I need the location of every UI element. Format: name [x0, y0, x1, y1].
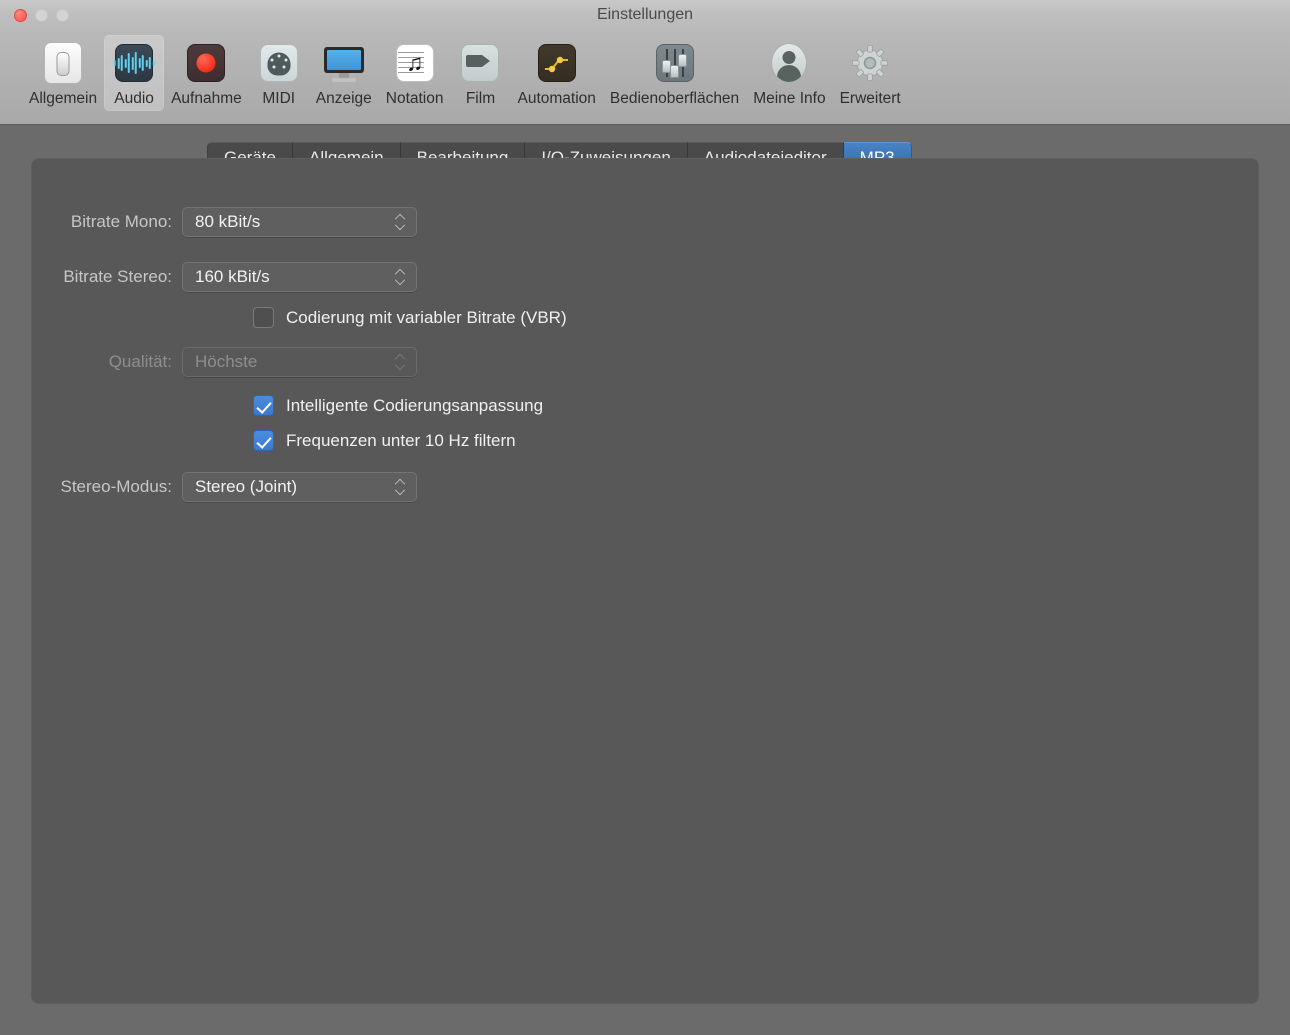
toolbar-label: Allgemein [29, 90, 98, 107]
quality-popup[interactable]: Höchste [182, 347, 417, 377]
bitrate-stereo-popup[interactable]: 160 kBit/s [182, 262, 417, 292]
midi-din-icon [256, 40, 302, 86]
bitrate-mono-popup[interactable]: 80 kBit/s [182, 207, 417, 237]
vbr-checkbox[interactable] [253, 307, 274, 328]
toolbar-item-aufnahme[interactable]: Aufnahme [164, 35, 249, 111]
chevron-updown-icon [395, 353, 406, 371]
toolbar-item-audio[interactable]: Audio [104, 35, 165, 111]
toolbar-label: MIDI [262, 90, 296, 107]
toolbar-label: Anzeige [315, 90, 372, 107]
switch-icon [40, 40, 86, 86]
toolbar-item-erweitert[interactable]: Erweitert [833, 35, 908, 111]
toolbar-label: Erweitert [839, 90, 901, 107]
video-camera-icon [457, 40, 503, 86]
quality-value: Höchste [195, 352, 258, 371]
preferences-toolbar: Allgemein Audio Aufnahme MIDI Anzeige ♫ … [0, 30, 1290, 125]
row-bitrate-stereo: Bitrate Stereo: 160 kBit/s [32, 262, 417, 292]
toolbar-item-anzeige[interactable]: Anzeige [309, 35, 379, 111]
stereo-mode-value: Stereo (Joint) [195, 477, 298, 496]
toolbar-item-automation[interactable]: Automation [510, 35, 602, 111]
toolbar-label: Audio [114, 90, 154, 107]
chevron-updown-icon [395, 478, 406, 496]
mp3-settings-panel: Bitrate Mono: 80 kBit/s Bitrate Stereo: … [31, 158, 1259, 1004]
filter-10hz-label: Frequenzen unter 10 Hz filtern [286, 430, 516, 450]
toolbar-item-film[interactable]: Film [450, 35, 510, 111]
toolbar-label: Notation [385, 90, 444, 107]
toolbar-item-meine-info[interactable]: Meine Info [746, 35, 832, 111]
vbr-label: Codierung mit variabler Bitrate (VBR) [286, 307, 567, 327]
toolbar-item-notation[interactable]: ♫ Notation [379, 35, 451, 111]
gear-icon [847, 40, 893, 86]
toolbar-label: Aufnahme [171, 90, 242, 107]
title-bar: Einstellungen [0, 0, 1290, 30]
faders-icon [652, 40, 698, 86]
bitrate-mono-value: 80 kBit/s [195, 212, 261, 231]
toolbar-label: Bedienoberflächen [609, 90, 740, 107]
row-qualitaet: Qualität: Höchste [32, 347, 417, 377]
smart-encoding-label: Intelligente Codierungsanpassung [286, 395, 544, 415]
stereo-mode-popup[interactable]: Stereo (Joint) [182, 472, 417, 502]
chevron-updown-icon [395, 213, 406, 231]
toolbar-item-allgemein[interactable]: Allgemein [22, 35, 104, 111]
row-stereo-modus: Stereo-Modus: Stereo (Joint) [32, 472, 417, 502]
music-note-icon: ♫ [392, 40, 438, 86]
row-vbr[interactable]: Codierung mit variabler Bitrate (VBR) [253, 307, 567, 328]
toolbar-label: Film [465, 90, 496, 107]
toolbar-label: Automation [517, 90, 596, 107]
filter-10hz-checkbox[interactable] [253, 430, 274, 451]
waveform-icon [111, 40, 157, 86]
bitrate-stereo-value: 160 kBit/s [195, 267, 270, 286]
toolbar-item-bedienoberflaechen[interactable]: Bedienoberflächen [603, 35, 746, 111]
record-icon [183, 40, 229, 86]
preferences-window: Einstellungen Allgemein Audio Aufnahme M… [0, 0, 1290, 1035]
chevron-updown-icon [395, 268, 406, 286]
bitrate-stereo-label: Bitrate Stereo: [63, 267, 172, 286]
toolbar-label: Meine Info [753, 90, 826, 107]
row-filter-10hz[interactable]: Frequenzen unter 10 Hz filtern [253, 430, 516, 451]
stereo-mode-label: Stereo-Modus: [60, 477, 173, 496]
row-smart-encoding[interactable]: Intelligente Codierungsanpassung [253, 395, 543, 416]
row-bitrate-mono: Bitrate Mono: 80 kBit/s [32, 207, 417, 237]
smart-encoding-checkbox[interactable] [253, 395, 274, 416]
person-icon [766, 40, 812, 86]
quality-label: Qualität: [108, 352, 172, 371]
automation-curve-icon [534, 40, 580, 86]
window-title: Einstellungen [596, 6, 694, 23]
bitrate-mono-label: Bitrate Mono: [70, 212, 172, 231]
display-icon [321, 40, 367, 86]
toolbar-item-midi[interactable]: MIDI [249, 35, 309, 111]
